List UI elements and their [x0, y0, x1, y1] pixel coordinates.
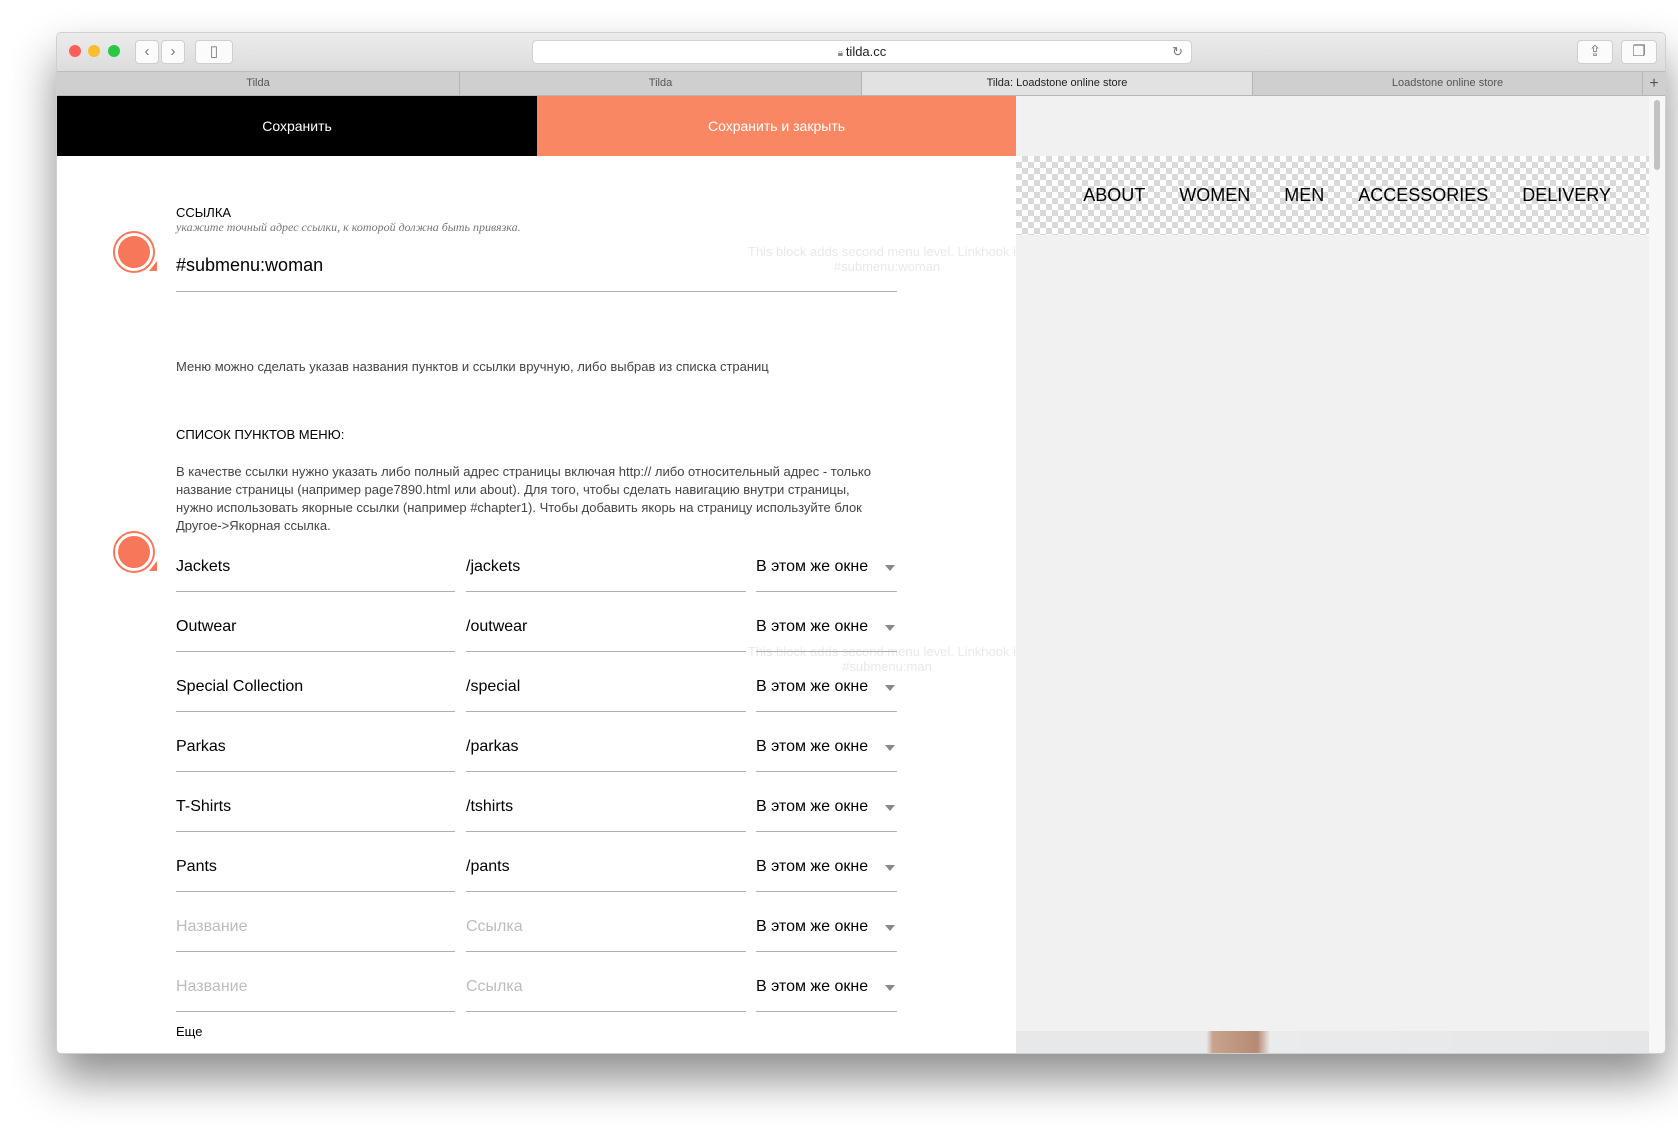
item-target-select[interactable]: В этом же окне — [756, 736, 897, 772]
field-value: /jackets — [466, 558, 521, 575]
item-link-input[interactable]: Ссылка — [466, 916, 746, 952]
placeholder-text: Ссылка — [466, 918, 523, 935]
link-input[interactable]: #submenu:woman — [176, 254, 897, 292]
url-text: tilda.cc — [845, 44, 887, 59]
chevron-down-icon — [885, 565, 895, 571]
tab-bar: Tilda Tilda Tilda: Loadstone online stor… — [57, 72, 1665, 96]
item-name-input[interactable]: Название — [176, 976, 455, 1012]
minimize-window-button[interactable] — [88, 45, 100, 57]
field-value: Pants — [176, 858, 217, 875]
tab-tilda-loadstone[interactable]: Tilda: Loadstone online store — [862, 72, 1253, 95]
item-name-input[interactable]: Special Collection — [176, 676, 455, 712]
field-value: /parkas — [466, 738, 519, 755]
reload-icon[interactable]: ↻ — [1172, 41, 1183, 63]
tab-loadstone-store[interactable]: Loadstone online store — [1253, 72, 1643, 95]
item-link-input[interactable]: /parkas — [466, 736, 746, 772]
marker-icon — [115, 233, 157, 271]
item-target-select[interactable]: В этом же окне — [756, 556, 897, 592]
save-bar: Сохранить Сохранить и закрыть — [57, 96, 1016, 156]
field-value: В этом же окне — [756, 738, 869, 755]
new-tab-button[interactable]: + — [1643, 72, 1665, 95]
preview-menu-bar: ABOUT WOMEN MEN ACCESSORIES DELIVERY — [1016, 156, 1651, 235]
browser-toolbar: ‹ › ▯ 🔒︎ tilda.cc ↻ ⇪ ❐ — [57, 33, 1665, 72]
field-value: В этом же окне — [756, 978, 869, 995]
list-header: СПИСОК ПУНКТОВ МЕНЮ: — [176, 427, 345, 442]
field-value: /pants — [466, 858, 510, 875]
placeholder-text: Ссылка — [466, 978, 523, 995]
placeholder-text: Название — [176, 978, 248, 995]
chevron-down-icon — [885, 625, 895, 631]
nav-delivery[interactable]: DELIVERY — [1522, 185, 1611, 206]
nav-accessories[interactable]: ACCESSORIES — [1358, 185, 1488, 206]
field-value: В этом же окне — [756, 678, 869, 695]
lock-icon: 🔒︎ — [837, 48, 846, 59]
item-link-input[interactable]: /pants — [466, 856, 746, 892]
address-bar[interactable]: 🔒︎ tilda.cc ↻ — [532, 40, 1192, 64]
field-value: /outwear — [466, 618, 528, 635]
item-link-input[interactable]: /tshirts — [466, 796, 746, 832]
field-value: Parkas — [176, 738, 226, 755]
item-name-input[interactable]: T-Shirts — [176, 796, 455, 832]
preview-panel: ABOUT WOMEN MEN ACCESSORIES DELIVERY — [1016, 96, 1651, 1053]
item-target-select[interactable]: В этом же окне — [756, 616, 897, 652]
field-value: В этом же окне — [756, 618, 869, 635]
list-hint: В качестве ссылки нужно указать либо пол… — [176, 464, 871, 533]
field-value: Special Collection — [176, 678, 304, 695]
field-value: Outwear — [176, 618, 237, 635]
item-name-input[interactable]: Jackets — [176, 556, 455, 592]
chevron-down-icon — [885, 685, 895, 691]
nav-about[interactable]: ABOUT — [1083, 185, 1145, 206]
field-value: В этом же окне — [756, 858, 869, 875]
tabs-overview-icon[interactable]: ❐ — [1621, 40, 1657, 64]
item-link-input[interactable]: /outwear — [466, 616, 746, 652]
settings-panel: Сохранить Сохранить и закрыть This block… — [57, 96, 1016, 1053]
item-name-input[interactable]: Pants — [176, 856, 455, 892]
chevron-down-icon — [885, 925, 895, 931]
marker-icon — [115, 533, 157, 571]
zoom-window-button[interactable] — [108, 45, 120, 57]
item-link-input[interactable]: Ссылка — [466, 976, 746, 1012]
sidebar-icon[interactable]: ▯ — [195, 40, 233, 64]
tab-tilda-1[interactable]: Tilda — [57, 72, 460, 95]
preview-photo — [1016, 1031, 1651, 1053]
chevron-down-icon — [885, 865, 895, 871]
share-icon[interactable]: ⇪ — [1577, 40, 1613, 64]
placeholder-text: Название — [176, 918, 248, 935]
chevron-down-icon — [885, 745, 895, 751]
menu-description: Меню можно сделать указав названия пункт… — [176, 359, 769, 374]
field-value: В этом же окне — [756, 918, 869, 935]
field-value: /tshirts — [466, 798, 514, 815]
browser-window: ‹ › ▯ 🔒︎ tilda.cc ↻ ⇪ ❐ Tilda Tilda Tild… — [56, 32, 1666, 1054]
item-link-input[interactable]: /special — [466, 676, 746, 712]
field-value: В этом же окне — [756, 558, 869, 575]
forward-icon[interactable]: › — [161, 40, 185, 64]
save-button[interactable]: Сохранить — [57, 96, 537, 156]
scrollbar[interactable] — [1649, 96, 1665, 1053]
more-button[interactable]: Еще — [176, 1024, 202, 1040]
chevron-down-icon — [885, 985, 895, 991]
page-content: Сохранить Сохранить и закрыть This block… — [57, 96, 1665, 1053]
link-hint: укажите точный адрес ссылки, к которой д… — [176, 220, 521, 234]
item-name-input[interactable]: Название — [176, 916, 455, 952]
tab-tilda-2[interactable]: Tilda — [460, 72, 862, 95]
back-icon[interactable]: ‹ — [135, 40, 159, 64]
field-value: В этом же окне — [756, 798, 869, 815]
item-target-select[interactable]: В этом же окне — [756, 856, 897, 892]
link-label: ССЫЛКА — [176, 205, 232, 220]
item-target-select[interactable]: В этом же окне — [756, 916, 897, 952]
item-target-select[interactable]: В этом же окне — [756, 796, 897, 832]
field-value: T-Shirts — [176, 798, 232, 815]
nav-men[interactable]: MEN — [1284, 185, 1324, 206]
save-and-close-button[interactable]: Сохранить и закрыть — [537, 96, 1016, 156]
item-name-input[interactable]: Outwear — [176, 616, 455, 652]
chevron-down-icon — [885, 805, 895, 811]
close-window-button[interactable] — [69, 45, 81, 57]
item-target-select[interactable]: В этом же окне — [756, 676, 897, 712]
field-value: /special — [466, 678, 521, 695]
field-value: Jackets — [176, 558, 231, 575]
item-name-input[interactable]: Parkas — [176, 736, 455, 772]
item-link-input[interactable]: /jackets — [466, 556, 746, 592]
nav-women[interactable]: WOMEN — [1179, 185, 1250, 206]
item-target-select[interactable]: В этом же окне — [756, 976, 897, 1012]
